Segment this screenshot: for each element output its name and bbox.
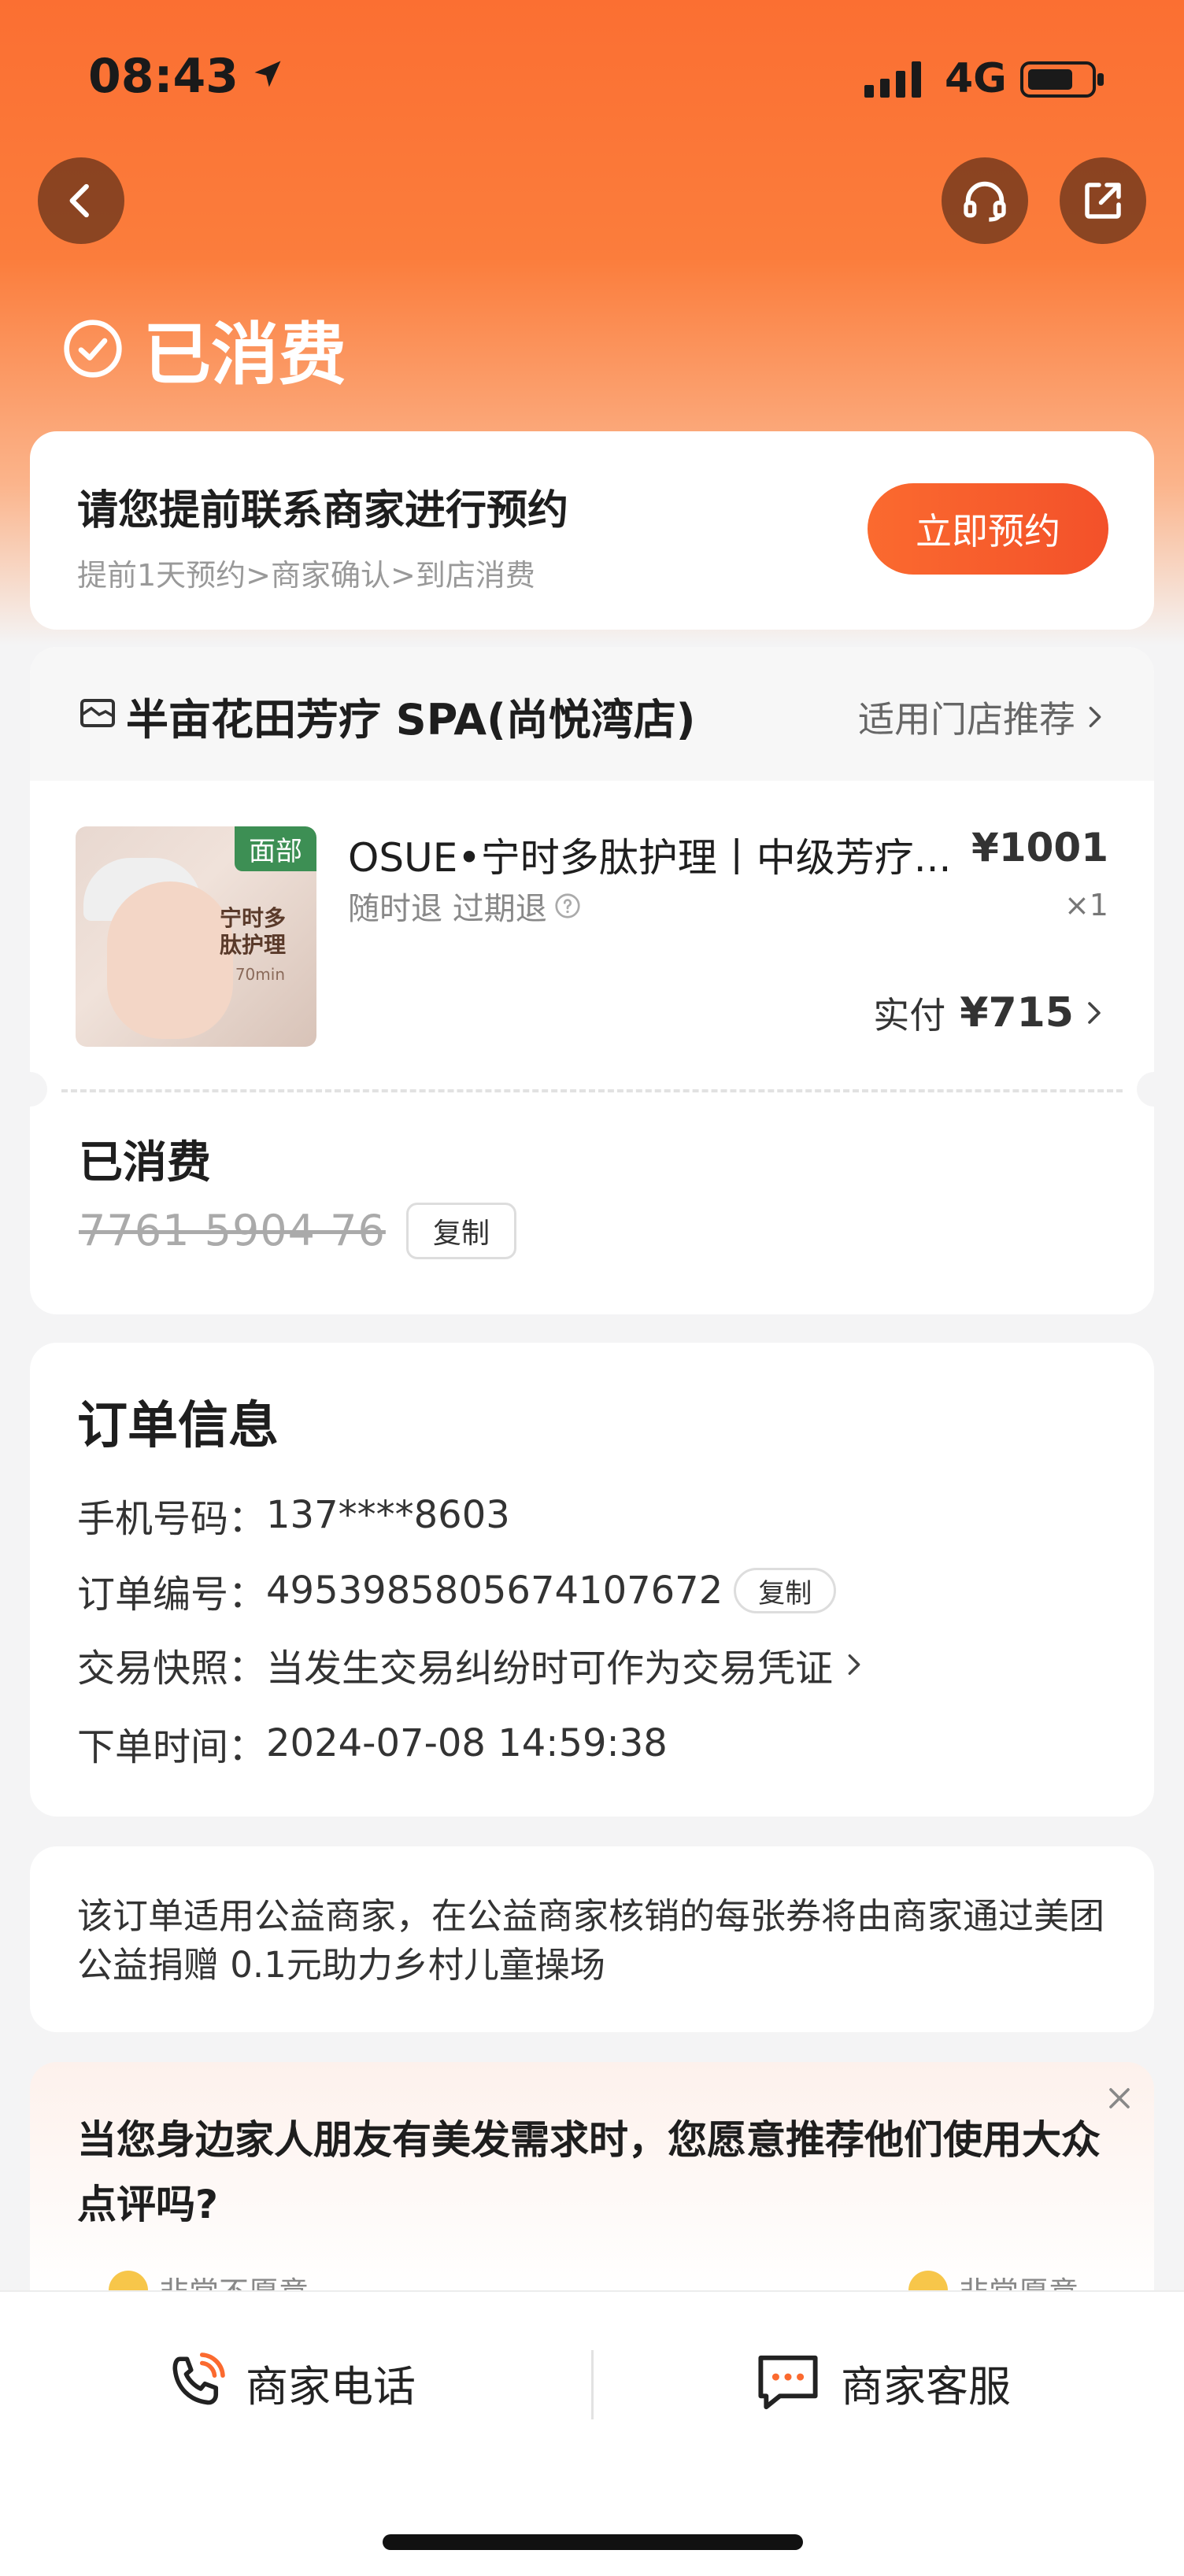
product-title[interactable]: OSUE•宁时多肽护理丨中级芳疗... <box>348 826 978 883</box>
chevron-left-icon <box>69 183 89 218</box>
snapshot-value: 当发生交易纠纷时可作为交易凭证 <box>266 1646 834 1691</box>
thumbnail-duration: 70min <box>235 965 285 984</box>
check-circle-icon <box>64 319 122 378</box>
network-type: 4G <box>945 55 1007 102</box>
charity-card: 该订单适用公益商家，在公益商家核销的每张券将由商家通过美团公益捐赠 0.1元助力… <box>30 1846 1154 2032</box>
store-card: 半亩花田芳疗 SPA(尚悦湾店) 适用门店推荐 面部 宁时多肽护理 70min … <box>13 647 1171 1314</box>
voucher-status: 已消费 <box>79 1137 211 1188</box>
merchant-phone-button[interactable]: 商家电话 <box>162 2347 416 2418</box>
phone-row: 手机号码： 137****8603 <box>77 1488 510 1543</box>
order-number-row: 订单编号： 4953985805674107672 复制 <box>77 1563 837 1618</box>
store-icon <box>80 699 115 727</box>
ticket-notch-right <box>1137 1072 1171 1107</box>
order-info-title: 订单信息 <box>77 1397 279 1455</box>
chevron-right-icon <box>848 1654 860 1676</box>
bottom-bar-divider <box>591 2350 594 2419</box>
store-header[interactable]: 半亩花田芳疗 SPA(尚悦湾店) 适用门店推荐 <box>30 647 1154 781</box>
battery-icon <box>1020 61 1104 98</box>
store-name: 半亩花田芳疗 SPA(尚悦湾店) <box>126 695 696 745</box>
snapshot-label: 交易快照： <box>77 1646 267 1691</box>
store-recommend-link[interactable]: 适用门店推荐 <box>858 691 1108 743</box>
refund-tags-text: 随时退 过期退 <box>348 891 547 927</box>
snapshot-row[interactable]: 交易快照： 当发生交易纠纷时可作为交易凭证 <box>77 1637 868 1692</box>
store-recommend-label: 适用门店推荐 <box>858 698 1075 741</box>
merchant-chat-label: 商家客服 <box>841 2361 1011 2412</box>
booking-steps: 提前1天预约>商家确认>到店消费 <box>77 558 535 593</box>
location-arrow-icon <box>254 61 281 87</box>
charity-text: 该订单适用公益商家，在公益商家核销的每张券将由商家通过美团公益捐赠 0.1元助力… <box>77 1895 1105 1986</box>
merchant-phone-label: 商家电话 <box>246 2361 416 2412</box>
order-number-label: 订单编号： <box>77 1573 267 1617</box>
paid-amount-row[interactable]: 实付 ¥715 <box>873 987 1108 1039</box>
share-icon <box>1085 183 1121 219</box>
status-time: 08:43 <box>88 49 239 104</box>
order-status-title: 已消费 <box>61 299 346 397</box>
phone-label: 手机号码： <box>77 1497 267 1541</box>
headset-icon <box>964 181 1006 222</box>
product-quantity: ×1 <box>1064 888 1108 922</box>
chevron-right-icon <box>1089 706 1101 728</box>
survey-question: 当您身边家人朋友有美发需求时，您愿意推荐他们使用大众点评吗? <box>77 2117 1101 2227</box>
product-price: ¥1001 <box>971 825 1108 870</box>
merchant-chat-button[interactable]: 商家客服 <box>753 2347 1011 2418</box>
voucher-code: 7761 5904 76 <box>79 1206 386 1255</box>
chat-bubble-icon <box>758 2355 818 2410</box>
booking-card: 请您提前联系商家进行预约 提前1天预约>商家确认>到店消费 立即预约 <box>30 431 1154 630</box>
refund-tags: 随时退 过期退 <box>348 883 582 929</box>
order-time-row: 下单时间： 2024-07-08 14:59:38 <box>77 1716 668 1771</box>
ticket-notch-left <box>13 1072 47 1107</box>
phone-value: 137****8603 <box>266 1493 510 1537</box>
category-badge: 面部 <box>235 826 316 871</box>
share-button[interactable] <box>1060 157 1146 244</box>
close-icon[interactable] <box>1102 2081 1137 2116</box>
copy-order-number-button[interactable]: 复制 <box>734 1568 837 1613</box>
thumbnail-caption: 宁时多肽护理 <box>219 905 286 958</box>
order-number-value: 4953985805674107672 <box>266 1569 723 1613</box>
product-thumbnail[interactable]: 面部 宁时多肽护理 70min <box>76 826 316 1047</box>
order-info-card: 订单信息 手机号码： 137****8603 订单编号： 49539858056… <box>30 1343 1154 1817</box>
copy-voucher-button[interactable]: 复制 <box>406 1203 516 1259</box>
order-time-label: 下单时间： <box>77 1725 267 1769</box>
survey-card: 当您身边家人朋友有美发需求时，您愿意推荐他们使用大众点评吗? 非常不愿意 非常愿… <box>30 2062 1154 2310</box>
status-bar: 08:43 4G <box>0 39 1184 126</box>
home-indicator <box>383 2534 803 2550</box>
customer-service-button[interactable] <box>942 157 1028 244</box>
chevron-right-icon <box>1088 1002 1101 1024</box>
bottom-action-bar: 商家电话 商家客服 <box>0 2290 1184 2576</box>
back-button[interactable] <box>38 157 124 244</box>
order-status-text: 已消费 <box>143 316 346 394</box>
booking-title: 请您提前联系商家进行预约 <box>77 487 569 534</box>
dashed-divider <box>61 1089 1123 1092</box>
paid-amount: ¥715 <box>960 989 1074 1037</box>
paid-label: 实付 <box>873 994 946 1037</box>
order-time-value: 2024-07-08 14:59:38 <box>266 1721 668 1765</box>
book-now-button[interactable]: 立即预约 <box>868 483 1108 575</box>
help-circle-icon[interactable] <box>553 892 582 920</box>
signal-icon <box>864 61 921 98</box>
phone-icon <box>172 2352 225 2405</box>
